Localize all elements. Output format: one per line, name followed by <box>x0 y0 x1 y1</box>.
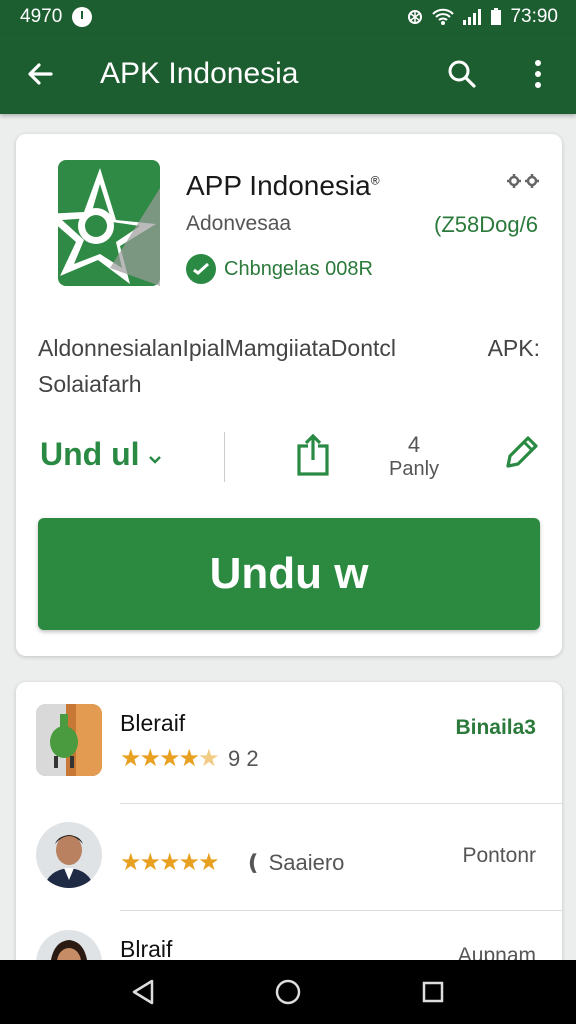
divider <box>120 910 562 911</box>
download-button[interactable]: Undu w <box>38 518 540 630</box>
list-item[interactable]: ★★★★★ ❪ Saaiero Pontonr <box>16 820 562 940</box>
registered-mark: ® <box>370 173 380 188</box>
nav-back-button[interactable] <box>113 960 173 1024</box>
avatar <box>36 822 102 888</box>
search-button[interactable] <box>424 34 500 114</box>
notification-icon <box>72 7 93 27</box>
app-bar-title: APK Indonesia <box>100 57 299 90</box>
more-vert-icon <box>535 60 541 88</box>
nav-recents-icon <box>423 981 444 1003</box>
bluetooth-icon <box>408 10 423 24</box>
description-line-1: AldonnesialanIpialMamgiiataDontcl <box>38 335 396 361</box>
status-bar: 4970 73:90 <box>0 0 576 34</box>
list-item[interactable]: Bleraif ★★★★★ 9 2 Binaila3 <box>16 702 562 822</box>
action-row: Und ul 4 Panly <box>16 430 562 486</box>
app-description: AldonnesialanIpialMamgiiataDontcl Solaia… <box>38 330 540 402</box>
divider <box>224 432 225 482</box>
signal-icon <box>463 9 482 25</box>
back-arrow-icon <box>28 63 53 85</box>
nav-recents-button[interactable] <box>403 960 463 1024</box>
list-item-meta: ❪ Saaiero <box>244 850 345 875</box>
app-thumbnail-icon <box>36 704 102 776</box>
check-icon <box>186 254 216 284</box>
divider <box>120 803 562 804</box>
nav-back-icon <box>132 979 153 1005</box>
list-item-name: Bleraif <box>120 710 186 736</box>
list-item-name: Blraif <box>120 936 173 962</box>
rating-stars: ★★★★★ <box>120 849 220 876</box>
nav-home-button[interactable] <box>258 960 318 1024</box>
edit-button[interactable] <box>502 434 540 477</box>
options-icon[interactable] <box>506 172 540 196</box>
app-logo-icon <box>40 158 164 288</box>
share-icon <box>297 433 329 476</box>
edit-pencil-icon <box>506 436 538 468</box>
rating-value: 9 2 <box>228 746 259 771</box>
status-left-text: 4970 <box>20 6 63 27</box>
app-detail-card: APP Indonesia® Adonvesaa (Z58Dog/6 Chbng… <box>16 134 562 656</box>
app-name: APP Indonesia® <box>186 170 380 201</box>
list-item-action[interactable]: Pontonr <box>462 844 536 868</box>
count-display: 4 Panly <box>384 432 444 481</box>
battery-icon <box>491 8 502 25</box>
wifi-icon <box>432 8 455 25</box>
system-nav-bar <box>0 960 576 1024</box>
app-bar: APK Indonesia <box>0 34 576 114</box>
verified-badge: Chbngelas 008R <box>186 254 373 284</box>
count-number: 4 <box>407 432 421 457</box>
description-line-2: Solaiafarh <box>38 371 142 397</box>
phone-icon: ❪ <box>244 850 263 875</box>
list-item-action[interactable]: Binaila3 <box>455 716 536 740</box>
app-size: (Z58Dog/6 <box>434 212 538 237</box>
description-apk: APK: <box>487 335 540 361</box>
more-options-button[interactable] <box>500 34 576 114</box>
download-dropdown-label: Und ul <box>40 436 140 472</box>
rating-stars: ★★★★★ <box>120 745 220 772</box>
back-button[interactable] <box>0 34 80 114</box>
status-time: 73:90 <box>510 6 558 27</box>
search-icon <box>448 60 476 88</box>
related-list: Bleraif ★★★★★ 9 2 Binaila3 ★★★★★ ❪ Saaie… <box>16 682 562 982</box>
nav-home-icon <box>275 979 301 1005</box>
developer-name: Adonvesaa <box>186 212 292 235</box>
download-dropdown[interactable]: Und ul <box>40 436 162 473</box>
share-button[interactable] <box>296 433 330 481</box>
verified-label: Chbngelas 008R <box>224 257 373 280</box>
count-label: Panly <box>388 458 440 480</box>
chevron-down-icon <box>149 456 162 464</box>
